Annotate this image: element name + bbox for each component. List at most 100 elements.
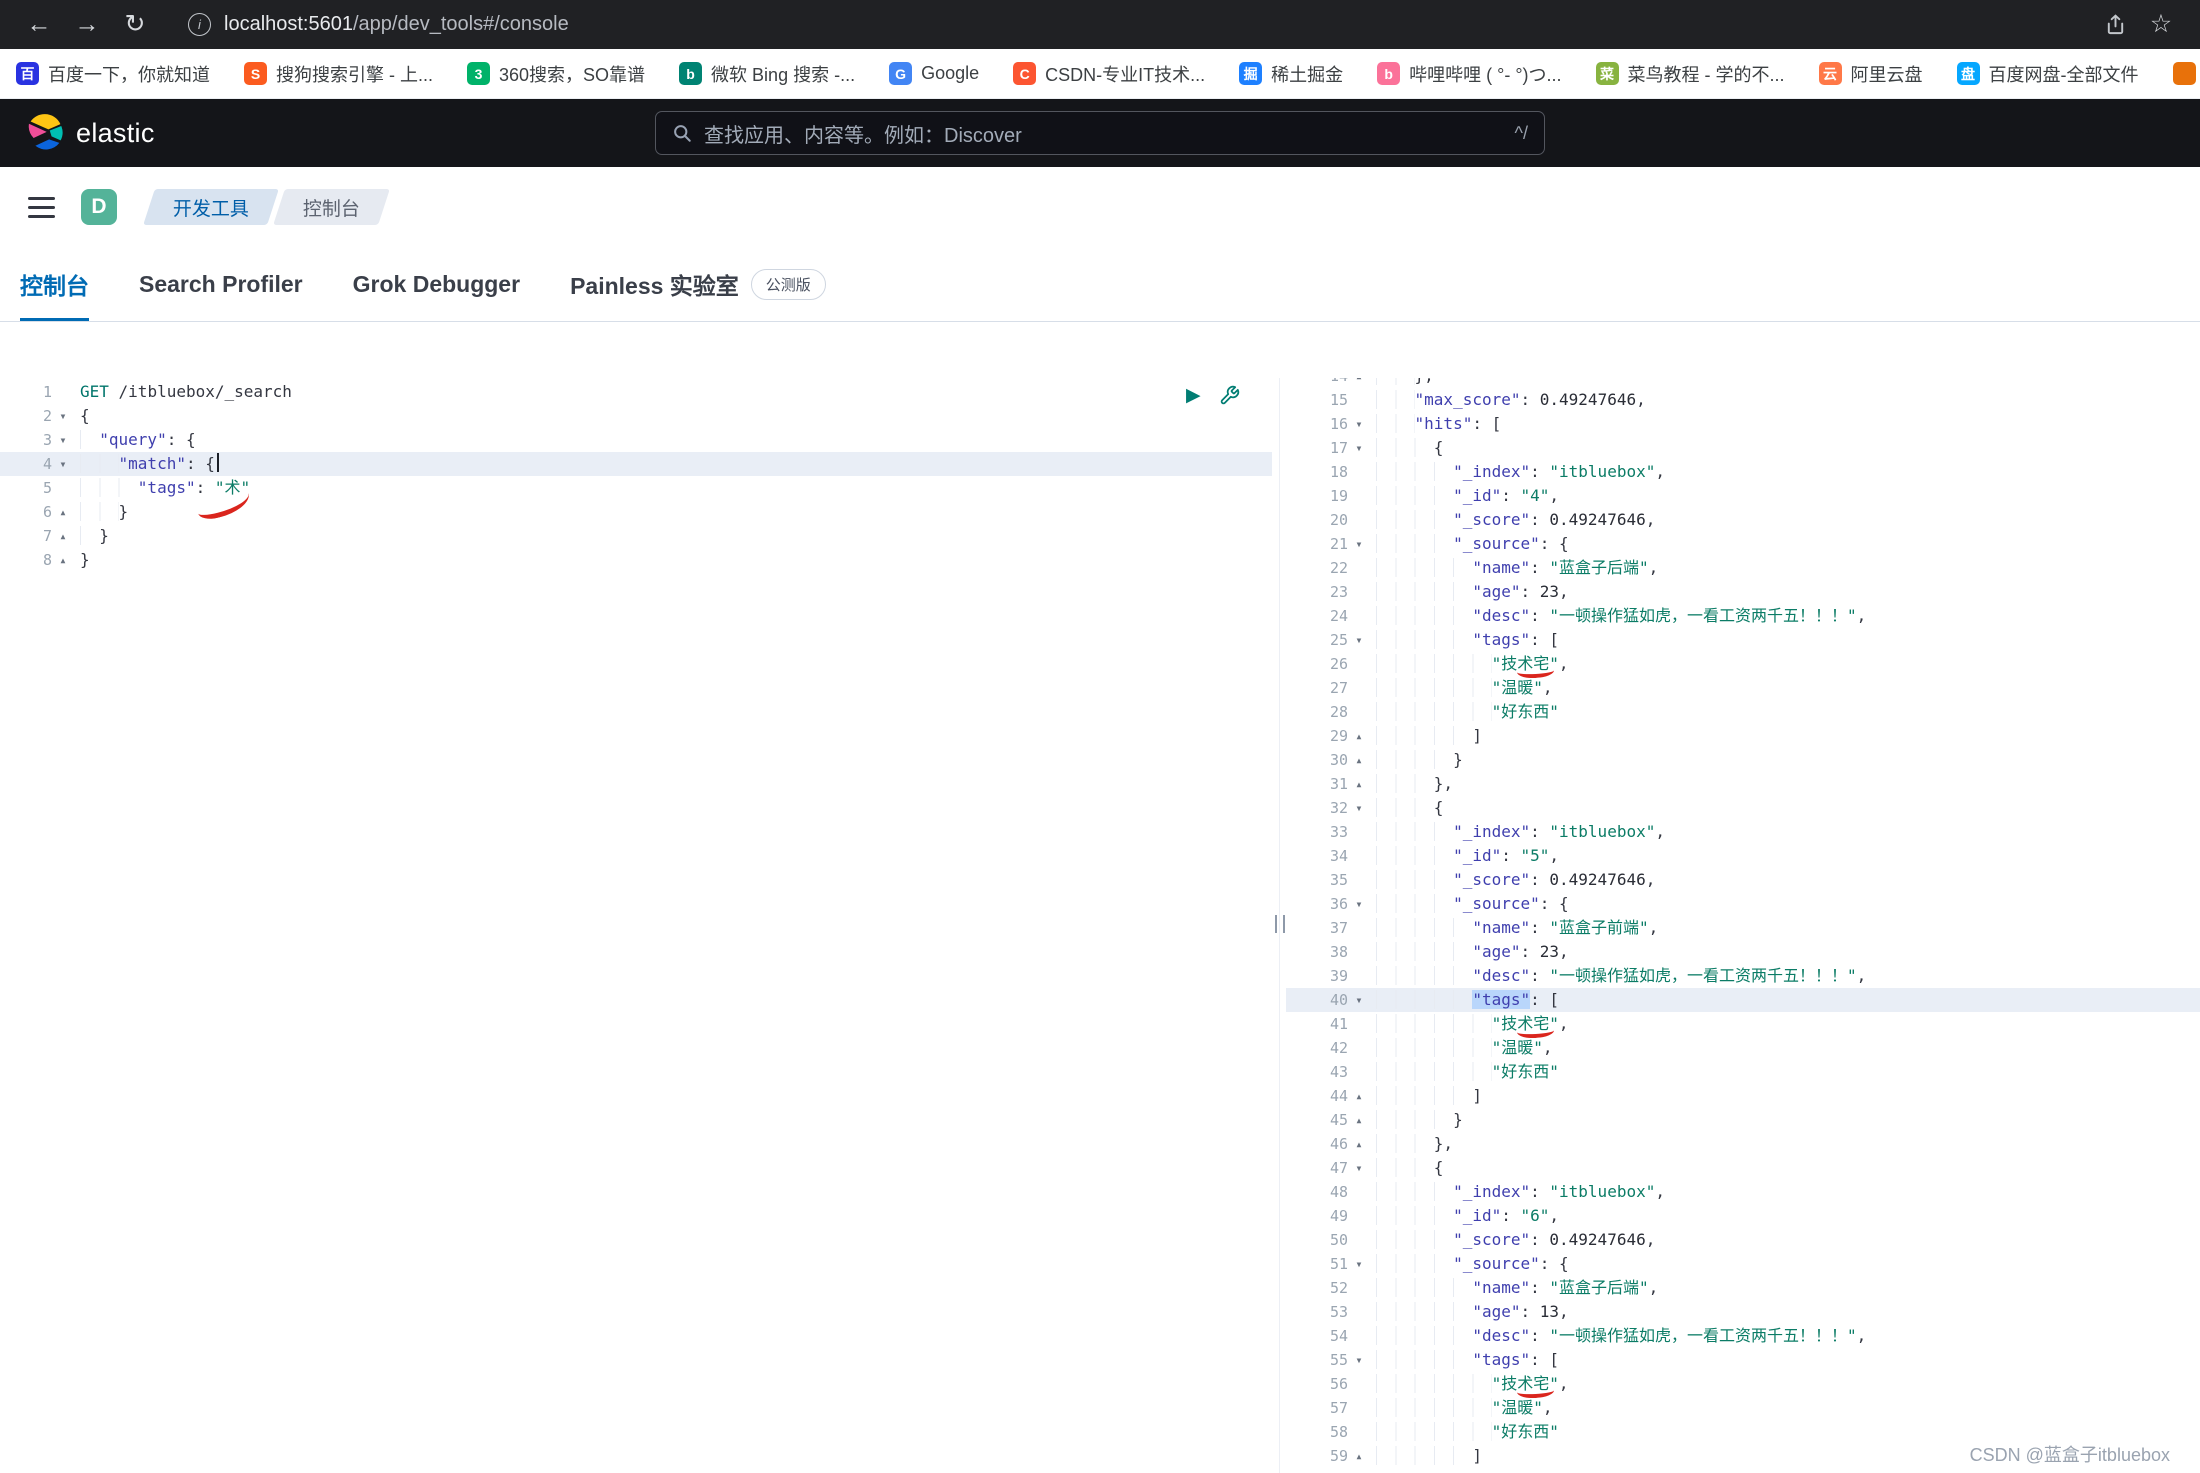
code-line[interactable]: 8 ▴ }: [0, 548, 1272, 572]
fold-icon[interactable]: ▾: [52, 452, 74, 476]
refresh-icon[interactable]: ↻: [114, 0, 156, 49]
tab[interactable]: Grok Debugger: [353, 247, 520, 321]
fold-icon[interactable]: [1348, 1420, 1370, 1444]
code-line[interactable]: 25 ▾ "tags": [: [1286, 628, 2200, 652]
fold-icon[interactable]: [1348, 964, 1370, 988]
code-line[interactable]: 27 "温暖",: [1286, 676, 2200, 700]
fold-icon[interactable]: ▴: [1348, 1444, 1370, 1468]
code-line[interactable]: 34 "_id": "5",: [1286, 844, 2200, 868]
fold-icon[interactable]: ▴: [52, 524, 74, 548]
code-line[interactable]: 16 ▾ "hits": [: [1286, 412, 2200, 436]
fold-icon[interactable]: ▾: [1348, 892, 1370, 916]
bookmark-item[interactable]: C CSDN-专业IT技术...: [1013, 61, 1205, 87]
code-line[interactable]: 17 ▾ {: [1286, 436, 2200, 460]
fold-icon[interactable]: [1348, 844, 1370, 868]
elastic-logo[interactable]: [26, 112, 64, 155]
bookmark-item[interactable]: 掘 稀土掘金: [1239, 61, 1343, 87]
fold-icon[interactable]: ▾: [1348, 1252, 1370, 1276]
code-line[interactable]: 28 "好东西": [1286, 700, 2200, 724]
code-line[interactable]: 43 "好东西": [1286, 1060, 2200, 1084]
fold-icon[interactable]: [1348, 604, 1370, 628]
code-line[interactable]: 21 ▾ "_source": {: [1286, 532, 2200, 556]
fold-icon[interactable]: [1348, 1300, 1370, 1324]
request-settings-icon[interactable]: [1219, 385, 1240, 406]
code-line[interactable]: 49 "_id": "6",: [1286, 1204, 2200, 1228]
code-line[interactable]: 15 "max_score": 0.49247646,: [1286, 388, 2200, 412]
fold-icon[interactable]: [1348, 1396, 1370, 1420]
fold-icon[interactable]: [1348, 1036, 1370, 1060]
code-line[interactable]: 41 "技术宅",: [1286, 1012, 2200, 1036]
code-line[interactable]: 45 ▴ }: [1286, 1108, 2200, 1132]
code-line[interactable]: 26 "技术宅",: [1286, 652, 2200, 676]
code-line[interactable]: 39 "desc": "一顿操作猛如虎，一看工资两千五！！！",: [1286, 964, 2200, 988]
bookmark-item[interactable]: 菜 菜鸟教程 - 学的不...: [1596, 61, 1785, 87]
fold-icon[interactable]: [1348, 820, 1370, 844]
fold-icon[interactable]: ▴: [1348, 1084, 1370, 1108]
fold-icon[interactable]: ▾: [1348, 796, 1370, 820]
bookmark-star-icon[interactable]: ☆: [2140, 0, 2182, 49]
fold-icon[interactable]: [1348, 1372, 1370, 1396]
bookmark-item[interactable]: [2173, 62, 2200, 85]
fold-icon[interactable]: ▾: [52, 428, 74, 452]
fold-icon[interactable]: ▾: [1348, 1156, 1370, 1180]
code-line[interactable]: 29 ▴ ]: [1286, 724, 2200, 748]
code-line[interactable]: 19 "_id": "4",: [1286, 484, 2200, 508]
code-line[interactable]: 33 "_index": "itbluebox",: [1286, 820, 2200, 844]
code-line[interactable]: 52 "name": "蓝盒子后端",: [1286, 1276, 2200, 1300]
code-line[interactable]: 35 "_score": 0.49247646,: [1286, 868, 2200, 892]
fold-icon[interactable]: ▴: [1348, 748, 1370, 772]
code-line[interactable]: 53 "age": 13,: [1286, 1300, 2200, 1324]
send-request-button[interactable]: ▶: [1186, 384, 1201, 407]
code-line[interactable]: 20 "_score": 0.49247646,: [1286, 508, 2200, 532]
code-line[interactable]: 46 ▴ },: [1286, 1132, 2200, 1156]
fold-icon[interactable]: [1348, 916, 1370, 940]
fold-icon[interactable]: [1348, 1204, 1370, 1228]
code-line[interactable]: 57 "温暖",: [1286, 1396, 2200, 1420]
fold-icon[interactable]: [1348, 1180, 1370, 1204]
code-line[interactable]: 18 "_index": "itbluebox",: [1286, 460, 2200, 484]
fold-icon[interactable]: [1348, 556, 1370, 580]
code-line[interactable]: 5 "tags": "术": [0, 476, 1272, 500]
fold-icon[interactable]: [1348, 508, 1370, 532]
code-line[interactable]: 23 "age": 23,: [1286, 580, 2200, 604]
code-line[interactable]: 42 "温暖",: [1286, 1036, 2200, 1060]
code-line[interactable]: 1 GET /itbluebox/_search: [0, 380, 1272, 404]
bookmark-item[interactable]: 百 百度一下，你就知道: [16, 61, 210, 87]
code-line[interactable]: 7 ▴ }: [0, 524, 1272, 548]
back-icon[interactable]: ←: [18, 0, 60, 49]
bookmark-item[interactable]: 云 阿里云盘: [1819, 61, 1923, 87]
fold-icon[interactable]: [1348, 388, 1370, 412]
menu-icon[interactable]: [28, 197, 55, 218]
fold-icon[interactable]: [1348, 700, 1370, 724]
code-line[interactable]: 6 ▴ }: [0, 500, 1272, 524]
fold-icon[interactable]: ▾: [1348, 532, 1370, 556]
code-line[interactable]: 40 ▾ "tags": [: [1286, 988, 2200, 1012]
fold-icon[interactable]: [1348, 652, 1370, 676]
breadcrumb-dev-tools[interactable]: 开发工具: [143, 189, 279, 225]
fold-icon[interactable]: ▾: [1348, 436, 1370, 460]
fold-icon[interactable]: ▴: [1348, 1132, 1370, 1156]
code-line[interactable]: 31 ▴ },: [1286, 772, 2200, 796]
code-line[interactable]: 32 ▾ {: [1286, 796, 2200, 820]
fold-icon[interactable]: [1348, 484, 1370, 508]
site-info-icon[interactable]: i: [188, 13, 211, 36]
fold-icon[interactable]: ▾: [1348, 412, 1370, 436]
code-line[interactable]: 24 "desc": "一顿操作猛如虎，一看工资两千五！！！",: [1286, 604, 2200, 628]
code-line[interactable]: 36 ▾ "_source": {: [1286, 892, 2200, 916]
fold-icon[interactable]: [1348, 460, 1370, 484]
breadcrumb-console[interactable]: 控制台: [273, 189, 390, 225]
fold-icon[interactable]: ▴: [1348, 1108, 1370, 1132]
fold-icon[interactable]: ▾: [1348, 628, 1370, 652]
pane-resizer[interactable]: [1272, 378, 1286, 1473]
fold-icon[interactable]: ▾: [1348, 1348, 1370, 1372]
address-bar[interactable]: i localhost:5601/app/dev_tools#/console …: [162, 0, 2182, 49]
request-editor[interactable]: 1 GET /itbluebox/_search 2 ▾ { 3 ▾ "quer…: [0, 378, 1272, 1473]
bookmark-item[interactable]: b 微软 Bing 搜索 -...: [679, 61, 855, 87]
fold-icon[interactable]: ▾: [52, 404, 74, 428]
code-line[interactable]: 56 "技术宅",: [1286, 1372, 2200, 1396]
share-icon[interactable]: [2104, 13, 2127, 36]
fold-icon[interactable]: ▴: [52, 548, 74, 572]
code-line[interactable]: 50 "_score": 0.49247646,: [1286, 1228, 2200, 1252]
code-line[interactable]: 4 ▾ "match": {: [0, 452, 1272, 476]
bookmark-item[interactable]: 盘 百度网盘-全部文件: [1957, 61, 2139, 87]
